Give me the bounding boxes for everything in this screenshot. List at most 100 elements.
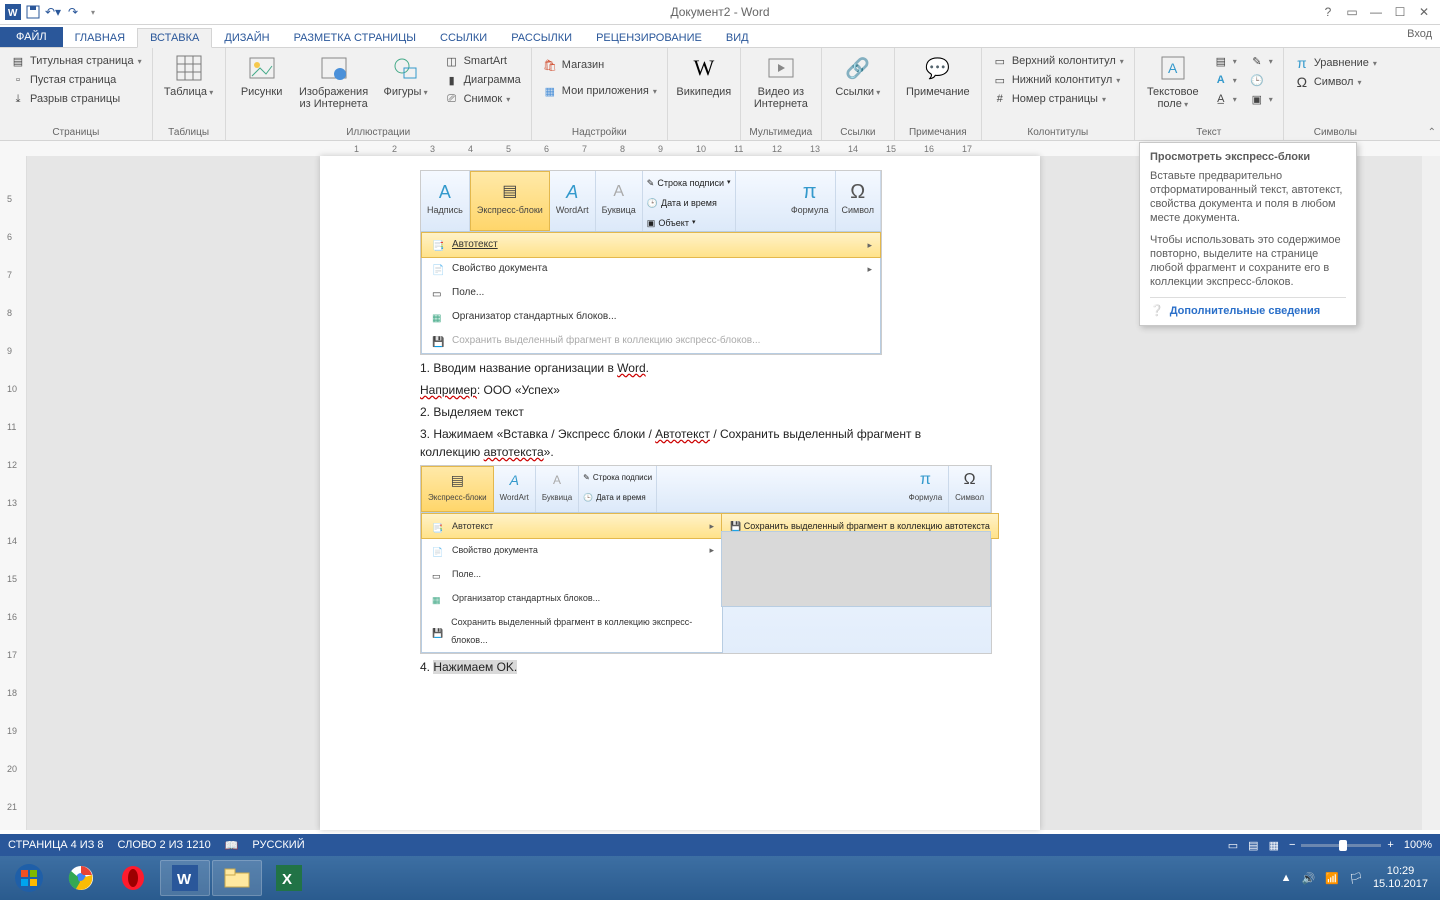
tab-file[interactable]: ФАЙЛ	[0, 27, 63, 47]
symbol-button[interactable]: ΩСимвол	[1290, 73, 1381, 91]
group-wikipedia-label	[674, 127, 734, 140]
textbox-button[interactable]: AТекстовое поле	[1141, 50, 1205, 113]
emb2-mi-org: ▦Организатор стандартных блоков...	[422, 586, 722, 610]
svg-text:W: W	[177, 871, 192, 888]
word-app-icon: W	[4, 3, 22, 21]
emb1-mi-auto: 📑Автотекст▸	[421, 232, 881, 258]
table-button[interactable]: Таблица	[159, 50, 219, 101]
zoom-in-icon[interactable]: +	[1387, 839, 1393, 851]
taskbar-word[interactable]: W	[160, 860, 210, 896]
tooltip-help-link[interactable]: ❔Дополнительные сведения	[1150, 297, 1346, 317]
page-number-button[interactable]: #Номер страницы	[988, 90, 1128, 108]
comment-button[interactable]: 💬Примечание	[901, 50, 975, 100]
group-links-label: Ссылки	[828, 127, 888, 140]
signature-icon: ✎	[1249, 53, 1265, 69]
page[interactable]: AНадпись ▤Экспресс-блоки AWordArt AБукви…	[320, 156, 1040, 830]
store-button[interactable]: 🛍Магазин	[538, 56, 661, 74]
screenshot-button[interactable]: ⎚ Снимок	[440, 90, 525, 108]
tray-up-icon[interactable]: ▲	[1281, 872, 1292, 884]
view-read-icon[interactable]: ▭	[1228, 839, 1238, 852]
wordart-button[interactable]: A	[1209, 71, 1241, 89]
emb2-formula: πФормула	[903, 466, 950, 512]
video-icon	[765, 52, 797, 84]
links-button[interactable]: 🔗Ссылки	[828, 50, 888, 101]
blank-page-button[interactable]: ▫Пустая страница	[6, 71, 146, 89]
tab-layout[interactable]: РАЗМЕТКА СТРАНИЦЫ	[282, 29, 428, 47]
ribbon-display-icon[interactable]: ▭	[1342, 3, 1362, 21]
zoom-percent[interactable]: 100%	[1404, 839, 1432, 851]
taskbar-opera[interactable]	[108, 860, 158, 896]
zoom-track[interactable]	[1301, 844, 1381, 847]
status-language[interactable]: РУССКИЙ	[252, 839, 304, 851]
online-video-button[interactable]: Видео из Интернета	[747, 50, 815, 112]
qat-customize-icon[interactable]: ▾	[84, 3, 102, 21]
screenshot-icon: ⎚	[444, 91, 460, 107]
pictures-button[interactable]: Рисунки	[232, 50, 292, 100]
quick-parts-button[interactable]: ▤	[1209, 52, 1241, 70]
embedded-screenshot-2: ▤Экспресс-блоки AWordArt AБуквица ✎Строк…	[420, 465, 992, 654]
tab-mailings[interactable]: РАССЫЛКИ	[499, 29, 584, 47]
view-web-icon[interactable]: ▦	[1269, 839, 1279, 852]
taskbar-excel[interactable]: X	[264, 860, 314, 896]
undo-icon[interactable]: ↶▾	[44, 3, 62, 21]
group-tables: Таблица Таблицы	[153, 48, 226, 140]
zoom-slider[interactable]: − +	[1289, 839, 1394, 851]
collapse-ribbon-icon[interactable]: ⌃	[1428, 127, 1436, 138]
taskbar-chrome[interactable]	[56, 860, 106, 896]
cover-page-button[interactable]: ▤Титульная страница	[6, 52, 146, 70]
myapps-button[interactable]: ▦Мои приложения	[538, 82, 661, 100]
object-button[interactable]: ▣	[1245, 90, 1277, 108]
status-proofing-icon[interactable]: 📖	[225, 839, 239, 852]
sign-in-link[interactable]: Вход	[1407, 28, 1432, 40]
status-page[interactable]: СТРАНИЦА 4 ИЗ 8	[8, 839, 104, 851]
tab-home[interactable]: ГЛАВНАЯ	[63, 29, 137, 47]
scrollbar-vertical[interactable]	[1422, 156, 1440, 830]
window-title: Документ2 - Word	[670, 5, 769, 19]
footer-icon: ▭	[992, 72, 1008, 88]
maximize-icon[interactable]: ☐	[1390, 3, 1410, 21]
online-pictures-button[interactable]: Изображения из Интернета	[296, 50, 372, 112]
wordart-icon: A	[1213, 72, 1229, 88]
group-comments-label: Примечания	[901, 127, 975, 140]
tab-review[interactable]: РЕЦЕНЗИРОВАНИЕ	[584, 29, 714, 47]
tray-network-icon[interactable]: 📶	[1325, 872, 1339, 885]
page-break-button[interactable]: ⤓Разрыв страницы	[6, 90, 146, 108]
wikipedia-button[interactable]: WВикипедия	[674, 50, 734, 100]
zoom-thumb[interactable]	[1339, 840, 1347, 851]
view-print-icon[interactable]: ▤	[1248, 839, 1258, 852]
minimize-icon[interactable]: —	[1366, 3, 1386, 21]
tray-flag-icon[interactable]: 🏳	[1349, 872, 1363, 885]
signature-line-button[interactable]: ✎	[1245, 52, 1277, 70]
equation-button[interactable]: πУравнение	[1290, 54, 1381, 72]
group-pages-label: Страницы	[6, 127, 146, 140]
close-icon[interactable]: ✕	[1414, 3, 1434, 21]
symbol-icon: Ω	[1294, 74, 1310, 90]
tab-insert[interactable]: ВСТАВКА	[137, 28, 212, 48]
tab-view[interactable]: ВИД	[714, 29, 761, 47]
ruler-vertical[interactable]: 5678910111213141516171819202122	[0, 156, 27, 830]
header-button[interactable]: ▭Верхний колонтитул	[988, 52, 1128, 70]
group-wikipedia: WВикипедия	[668, 48, 741, 140]
help-icon[interactable]: ?	[1318, 3, 1338, 21]
status-words[interactable]: СЛОВО 2 ИЗ 1210	[118, 839, 211, 851]
tooltip-body-2: Чтобы использовать это содержимое повтор…	[1150, 233, 1346, 289]
smartart-button[interactable]: ◫SmartArt	[440, 52, 525, 70]
emb1-stack: ✎Строка подписи▾ 🕒Дата и время ▣Объект▾	[643, 171, 736, 231]
screenshot-label: Снимок	[464, 93, 503, 105]
footer-button[interactable]: ▭Нижний колонтитул	[988, 71, 1128, 89]
online-pictures-label: Изображения из Интернета	[298, 86, 370, 110]
redo-icon[interactable]: ↷	[64, 3, 82, 21]
zoom-out-icon[interactable]: −	[1289, 839, 1295, 851]
tab-references[interactable]: ССЫЛКИ	[428, 29, 499, 47]
taskbar-explorer[interactable]	[212, 860, 262, 896]
save-icon[interactable]	[24, 3, 42, 21]
tray-volume-icon[interactable]: 🔊	[1302, 872, 1316, 885]
date-time-button[interactable]: 🕒	[1245, 71, 1277, 89]
smartart-icon: ◫	[444, 53, 460, 69]
dropcap-button[interactable]: A̲	[1209, 90, 1241, 108]
tab-design[interactable]: ДИЗАЙН	[212, 29, 281, 47]
tray-clock[interactable]: 10:2915.10.2017	[1373, 865, 1428, 891]
shapes-button[interactable]: Фигуры	[376, 50, 436, 101]
start-button[interactable]	[4, 860, 54, 896]
chart-button[interactable]: ▮Диаграмма	[440, 71, 525, 89]
